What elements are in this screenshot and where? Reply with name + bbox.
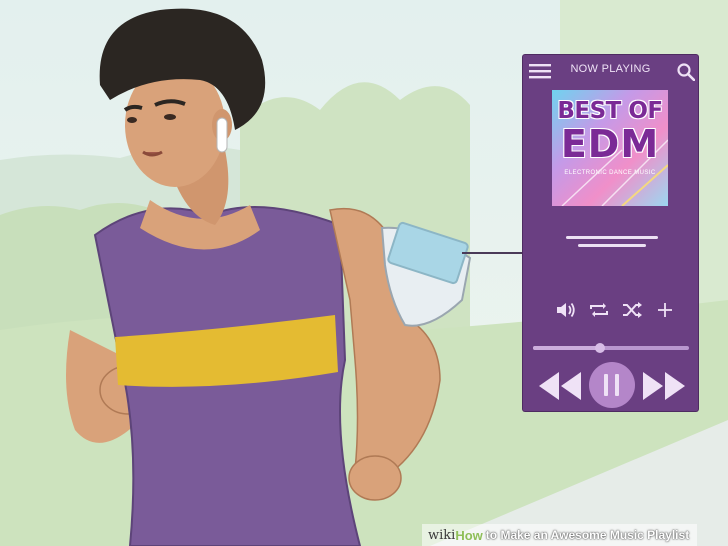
repeat-icon[interactable] <box>588 300 610 320</box>
now-playing-label: NOW PLAYING <box>570 63 651 75</box>
music-player-panel: NOW PLAYING BEST OF EDM ELECTRONIC DANCE… <box>523 55 698 411</box>
track-artist-placeholder <box>578 244 646 247</box>
rewind-icon[interactable] <box>537 366 583 406</box>
progress-fill <box>533 346 601 350</box>
track-title-placeholder <box>566 236 658 239</box>
caption-how: How <box>455 527 483 543</box>
pause-icon[interactable] <box>588 361 636 409</box>
add-icon[interactable] <box>654 300 676 320</box>
search-icon[interactable] <box>677 63 695 81</box>
progress-bar[interactable] <box>533 343 689 353</box>
caption-title: to Make an Awesome Music Playlist <box>485 528 690 542</box>
album-title-line2: EDM <box>560 122 660 166</box>
album-art: BEST OF EDM ELECTRONIC DANCE MUSIC <box>552 90 668 206</box>
shuffle-icon[interactable] <box>621 300 643 320</box>
album-title-line1: BEST OF <box>557 98 663 124</box>
volume-icon[interactable] <box>555 300 577 320</box>
album-subtitle: ELECTRONIC DANCE MUSIC <box>564 170 656 176</box>
wikihow-caption: wiki How to Make an Awesome Music Playlist <box>422 524 698 546</box>
caption-wiki: wiki <box>428 527 456 543</box>
fast-forward-icon[interactable] <box>641 366 687 406</box>
progress-knob[interactable] <box>595 343 606 353</box>
